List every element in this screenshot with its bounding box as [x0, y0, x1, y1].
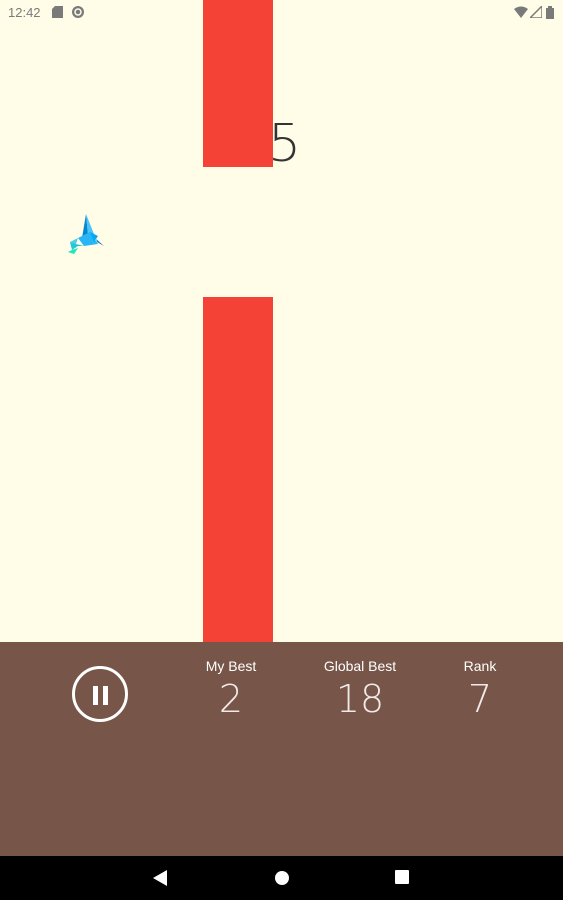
my-best-stat: My Best 2 [186, 658, 276, 718]
back-icon[interactable] [153, 870, 167, 886]
rank-label: Rank [463, 658, 497, 674]
global-best-stat: Global Best 18 [310, 658, 410, 718]
navigation-bar [0, 856, 563, 900]
rank-value: 7 [467, 677, 493, 721]
global-best-value: 18 [335, 677, 385, 721]
hummingbird-icon [68, 214, 104, 254]
my-best-label: My Best [205, 658, 257, 674]
rank-stat: Rank 7 [440, 658, 520, 718]
bottom-pipe [203, 297, 273, 642]
current-score: 5 [268, 114, 302, 174]
pause-button[interactable] [72, 666, 128, 722]
top-pipe [203, 0, 273, 167]
game-playfield[interactable]: 5 [0, 0, 563, 642]
my-best-value: 2 [218, 677, 244, 721]
global-best-label: Global Best [323, 658, 397, 674]
recents-icon[interactable] [395, 870, 409, 884]
home-icon[interactable] [274, 870, 290, 886]
